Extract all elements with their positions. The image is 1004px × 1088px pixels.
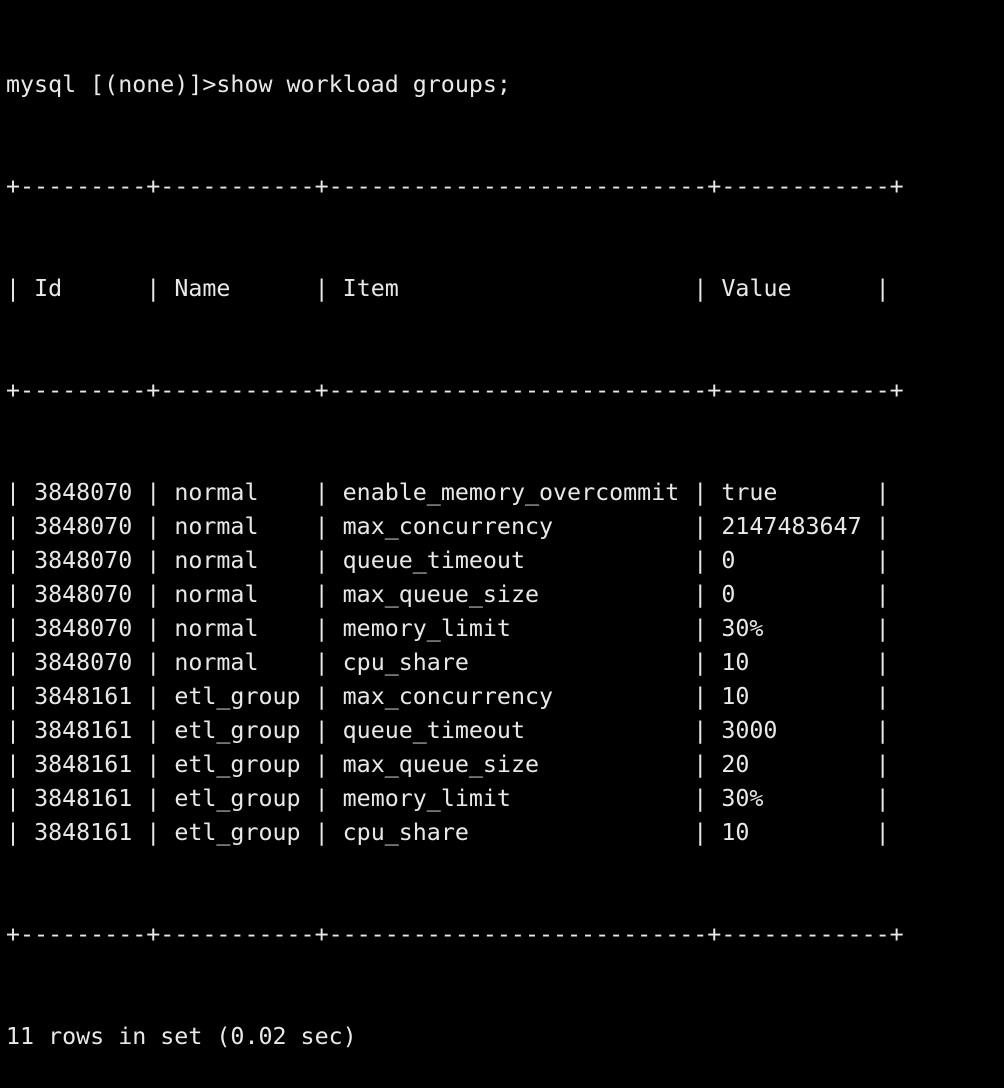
table-cell-name: normal <box>174 581 259 608</box>
table-cell-value: 10 <box>721 683 750 710</box>
table-cell-name: normal <box>174 513 259 540</box>
table-cell-item: queue_timeout <box>342 717 525 744</box>
table-cell-id: 3848070 <box>34 547 133 574</box>
column-header-id: Id <box>34 275 63 302</box>
table-cell-id: 3848161 <box>34 683 133 710</box>
table-cell-id: 3848070 <box>34 581 133 608</box>
column-header-item: Item <box>342 275 399 302</box>
table-row: | 3848070 | normal | max_queue_size | 0 … <box>6 581 890 608</box>
table-cell-id: 3848070 <box>34 513 133 540</box>
table-cell-item: enable_memory_overcommit <box>342 479 680 506</box>
table-cell-value: 0 <box>721 581 736 608</box>
table-row: | 3848070 | normal | cpu_share | 10 | <box>6 649 890 676</box>
table-cell-item: cpu_share <box>342 819 469 846</box>
table-cell-value: 10 <box>721 649 750 676</box>
table-row: | 3848161 | etl_group | cpu_share | 10 | <box>6 819 890 846</box>
table-cell-value: 20 <box>721 751 750 778</box>
table-cell-id: 3848161 <box>34 819 133 846</box>
table-cell-name: normal <box>174 615 259 642</box>
table-cell-item: queue_timeout <box>342 547 525 574</box>
table-border-top: +---------+-----------+-----------------… <box>6 173 904 200</box>
table-header: | Id | Name | Item | Value | <box>6 275 890 302</box>
table-row: | 3848070 | normal | queue_timeout | 0 | <box>6 547 890 574</box>
prompt: mysql [(none)]> <box>6 71 217 98</box>
table-row: | 3848070 | normal | max_concurrency | 2… <box>6 513 890 540</box>
table-cell-id: 3848161 <box>34 785 133 812</box>
table-row: | 3848070 | normal | enable_memory_overc… <box>6 479 890 506</box>
table-cell-name: etl_group <box>174 751 301 778</box>
table-cell-value: 30% <box>721 785 764 812</box>
table-row: | 3848161 | etl_group | max_queue_size |… <box>6 751 890 778</box>
table-cell-item: memory_limit <box>342 615 511 642</box>
table-cell-name: etl_group <box>174 717 301 744</box>
table-body: | 3848070 | normal | enable_memory_overc… <box>6 476 998 850</box>
table-cell-value: 0 <box>721 547 736 574</box>
table-cell-name: normal <box>174 479 259 506</box>
prompt-line: mysql [(none)]>show workload groups; <box>6 68 998 102</box>
column-header-value: Value <box>721 275 792 302</box>
table-cell-value: 2147483647 <box>721 513 862 540</box>
table-cell-name: etl_group <box>174 785 301 812</box>
table-cell-id: 3848070 <box>34 615 133 642</box>
table-cell-item: max_concurrency <box>342 683 554 710</box>
table-border-header: +---------+-----------+-----------------… <box>6 377 904 404</box>
table-cell-name: etl_group <box>174 819 301 846</box>
table-cell-id: 3848161 <box>34 751 133 778</box>
table-cell-name: normal <box>174 547 259 574</box>
table-cell-value: 10 <box>721 819 750 846</box>
table-cell-value: true <box>721 479 778 506</box>
table-cell-id: 3848070 <box>34 649 133 676</box>
table-cell-item: max_concurrency <box>342 513 554 540</box>
table-border-bottom: +---------+-----------+-----------------… <box>6 921 904 948</box>
table-cell-name: normal <box>174 649 259 676</box>
table-cell-value: 3000 <box>721 717 778 744</box>
result-summary: 11 rows in set (0.02 sec) <box>6 1023 357 1050</box>
table-row: | 3848161 | etl_group | queue_timeout | … <box>6 717 890 744</box>
table-cell-item: max_queue_size <box>342 751 540 778</box>
table-row: | 3848070 | normal | memory_limit | 30% … <box>6 615 890 642</box>
table-cell-item: cpu_share <box>342 649 469 676</box>
command-text: show workload groups; <box>216 71 511 98</box>
table-cell-id: 3848161 <box>34 717 133 744</box>
column-header-name: Name <box>174 275 231 302</box>
table-cell-id: 3848070 <box>34 479 133 506</box>
table-cell-name: etl_group <box>174 683 301 710</box>
table-cell-item: memory_limit <box>342 785 511 812</box>
terminal-window: mysql [(none)]>show workload groups; +--… <box>6 0 998 1050</box>
table-row: | 3848161 | etl_group | max_concurrency … <box>6 683 890 710</box>
table-row: | 3848161 | etl_group | memory_limit | 3… <box>6 785 890 812</box>
table-cell-item: max_queue_size <box>342 581 540 608</box>
table-cell-value: 30% <box>721 615 764 642</box>
